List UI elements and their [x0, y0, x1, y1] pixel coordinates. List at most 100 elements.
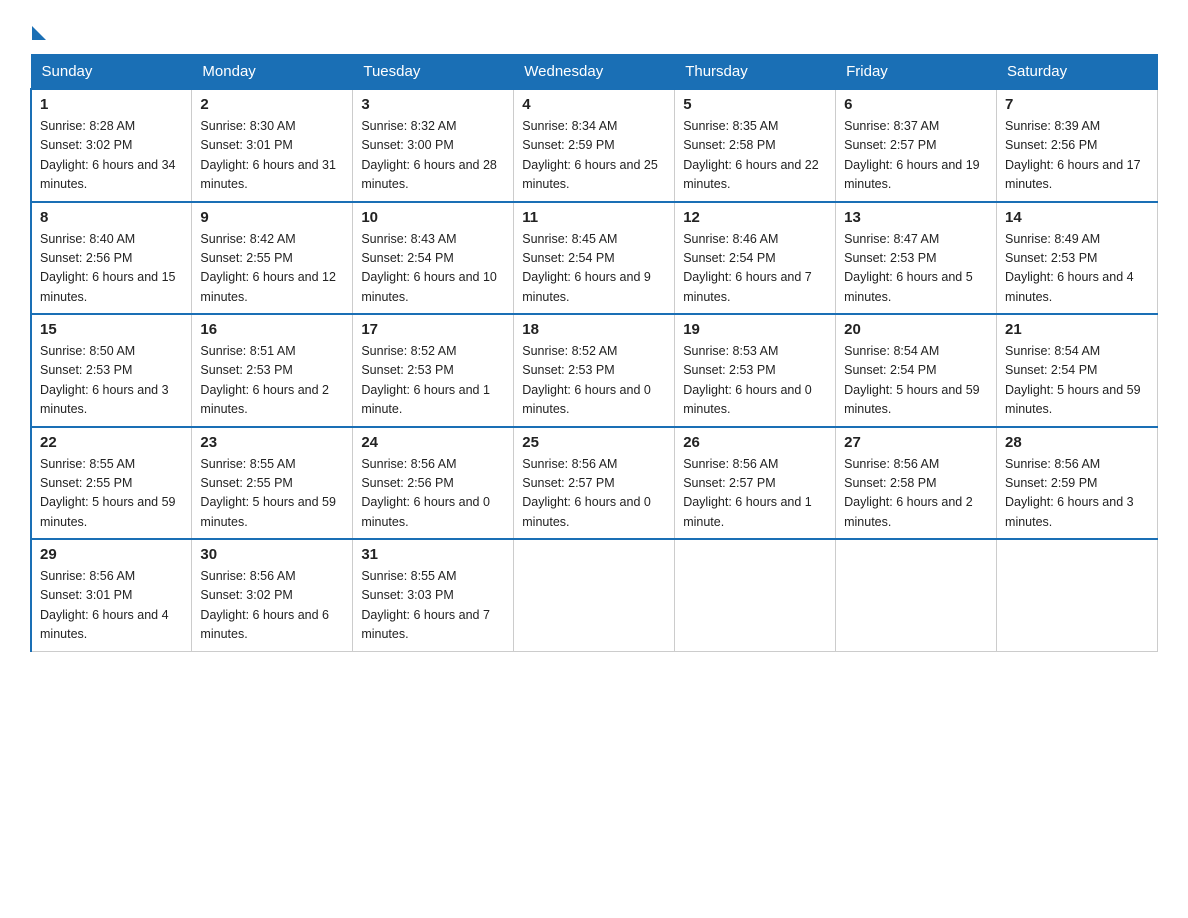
day-number: 7 — [1005, 96, 1149, 113]
header-thursday: Thursday — [675, 55, 836, 90]
calendar-cell: 15 Sunrise: 8:50 AMSunset: 2:53 PMDayligh… — [31, 314, 192, 427]
day-info: Sunrise: 8:42 AMSunset: 2:55 PMDaylight:… — [200, 232, 336, 304]
calendar-cell: 26Sunrise: 8:56 AMSunset: 2:57 PMDayligh… — [675, 427, 836, 540]
week-row-5: 29Sunrise: 8:56 AMSunset: 3:01 PMDayligh… — [31, 539, 1158, 651]
header-saturday: Saturday — [997, 55, 1158, 90]
calendar-cell: 20 Sunrise: 8:54 AMSunset: 2:54 PMDayligh… — [836, 314, 997, 427]
day-number: 10 — [361, 209, 505, 226]
logo-triangle-icon — [32, 26, 46, 40]
calendar-cell: 4 Sunrise: 8:34 AMSunset: 2:59 PMDaylight… — [514, 89, 675, 202]
day-number: 14 — [1005, 209, 1149, 226]
calendar-cell: 25 Sunrise: 8:56 AMSunset: 2:57 PMDayligh… — [514, 427, 675, 540]
day-info: Sunrise: 8:49 AMSunset: 2:53 PMDaylight:… — [1005, 232, 1134, 304]
day-number: 11 — [522, 209, 666, 226]
day-number: 8 — [40, 209, 183, 226]
day-number: 23 — [200, 434, 344, 451]
day-info: Sunrise: 8:55 AMSunset: 2:55 PMDaylight:… — [200, 457, 336, 529]
header-tuesday: Tuesday — [353, 55, 514, 90]
calendar-cell: 23 Sunrise: 8:55 AMSunset: 2:55 PMDayligh… — [192, 427, 353, 540]
day-info: Sunrise: 8:50 AMSunset: 2:53 PMDaylight:… — [40, 344, 169, 416]
calendar-cell: 1 Sunrise: 8:28 AMSunset: 3:02 PMDaylight… — [31, 89, 192, 202]
day-number: 2 — [200, 96, 344, 113]
calendar-cell — [997, 539, 1158, 651]
day-number: 3 — [361, 96, 505, 113]
calendar-cell: 12 Sunrise: 8:46 AMSunset: 2:54 PMDayligh… — [675, 202, 836, 315]
day-number: 6 — [844, 96, 988, 113]
day-info: Sunrise: 8:52 AMSunset: 2:53 PMDaylight:… — [361, 344, 490, 416]
day-info: Sunrise: 8:40 AMSunset: 2:56 PMDaylight:… — [40, 232, 176, 304]
calendar-cell — [836, 539, 997, 651]
day-info: Sunrise: 8:43 AMSunset: 2:54 PMDaylight:… — [361, 232, 497, 304]
calendar-table: SundayMondayTuesdayWednesdayThursdayFrid… — [30, 54, 1158, 652]
calendar-cell: 2 Sunrise: 8:30 AMSunset: 3:01 PMDaylight… — [192, 89, 353, 202]
day-number: 24 — [361, 434, 505, 451]
day-number: 19 — [683, 321, 827, 338]
day-number: 28 — [1005, 434, 1149, 451]
calendar-cell: 28 Sunrise: 8:56 AMSunset: 2:59 PMDayligh… — [997, 427, 1158, 540]
calendar-cell: 16 Sunrise: 8:51 AMSunset: 2:53 PMDayligh… — [192, 314, 353, 427]
calendar-cell — [675, 539, 836, 651]
header-sunday: Sunday — [31, 55, 192, 90]
day-info: Sunrise: 8:56 AMSunset: 2:59 PMDaylight:… — [1005, 457, 1134, 529]
calendar-cell: 7 Sunrise: 8:39 AMSunset: 2:56 PMDaylight… — [997, 89, 1158, 202]
day-info: Sunrise: 8:55 AMSunset: 2:55 PMDaylight:… — [40, 457, 176, 529]
calendar-cell: 9 Sunrise: 8:42 AMSunset: 2:55 PMDaylight… — [192, 202, 353, 315]
day-info: Sunrise: 8:30 AMSunset: 3:01 PMDaylight:… — [200, 119, 336, 191]
day-number: 5 — [683, 96, 827, 113]
day-number: 25 — [522, 434, 666, 451]
day-info: Sunrise: 8:56 AMSunset: 3:01 PMDaylight:… — [40, 569, 169, 641]
calendar-cell: 3Sunrise: 8:32 AMSunset: 3:00 PMDaylight… — [353, 89, 514, 202]
day-number: 18 — [522, 321, 666, 338]
calendar-cell: 10 Sunrise: 8:43 AMSunset: 2:54 PMDayligh… — [353, 202, 514, 315]
day-number: 15 — [40, 321, 183, 338]
day-info: Sunrise: 8:51 AMSunset: 2:53 PMDaylight:… — [200, 344, 329, 416]
week-row-3: 15 Sunrise: 8:50 AMSunset: 2:53 PMDayligh… — [31, 314, 1158, 427]
day-info: Sunrise: 8:56 AMSunset: 2:57 PMDaylight:… — [522, 457, 651, 529]
calendar-cell: 5Sunrise: 8:35 AMSunset: 2:58 PMDaylight… — [675, 89, 836, 202]
day-number: 4 — [522, 96, 666, 113]
week-row-2: 8 Sunrise: 8:40 AMSunset: 2:56 PMDaylight… — [31, 202, 1158, 315]
calendar-cell — [514, 539, 675, 651]
day-number: 17 — [361, 321, 505, 338]
calendar-cell: 21Sunrise: 8:54 AMSunset: 2:54 PMDayligh… — [997, 314, 1158, 427]
calendar-cell: 11 Sunrise: 8:45 AMSunset: 2:54 PMDayligh… — [514, 202, 675, 315]
calendar-cell: 6 Sunrise: 8:37 AMSunset: 2:57 PMDaylight… — [836, 89, 997, 202]
day-number: 30 — [200, 546, 344, 563]
day-info: Sunrise: 8:53 AMSunset: 2:53 PMDaylight:… — [683, 344, 812, 416]
day-info: Sunrise: 8:46 AMSunset: 2:54 PMDaylight:… — [683, 232, 812, 304]
day-info: Sunrise: 8:54 AMSunset: 2:54 PMDaylight:… — [844, 344, 980, 416]
calendar-cell: 31 Sunrise: 8:55 AMSunset: 3:03 PMDayligh… — [353, 539, 514, 651]
day-info: Sunrise: 8:55 AMSunset: 3:03 PMDaylight:… — [361, 569, 490, 641]
day-info: Sunrise: 8:39 AMSunset: 2:56 PMDaylight:… — [1005, 119, 1141, 191]
calendar-cell: 17 Sunrise: 8:52 AMSunset: 2:53 PMDayligh… — [353, 314, 514, 427]
calendar-cell: 30Sunrise: 8:56 AMSunset: 3:02 PMDayligh… — [192, 539, 353, 651]
logo — [30, 20, 46, 38]
day-info: Sunrise: 8:56 AMSunset: 2:56 PMDaylight:… — [361, 457, 490, 529]
header-monday: Monday — [192, 55, 353, 90]
day-number: 31 — [361, 546, 505, 563]
day-info: Sunrise: 8:28 AMSunset: 3:02 PMDaylight:… — [40, 119, 176, 191]
day-number: 16 — [200, 321, 344, 338]
day-info: Sunrise: 8:47 AMSunset: 2:53 PMDaylight:… — [844, 232, 973, 304]
day-info: Sunrise: 8:34 AMSunset: 2:59 PMDaylight:… — [522, 119, 658, 191]
week-row-4: 22Sunrise: 8:55 AMSunset: 2:55 PMDayligh… — [31, 427, 1158, 540]
calendar-cell: 19 Sunrise: 8:53 AMSunset: 2:53 PMDayligh… — [675, 314, 836, 427]
day-number: 12 — [683, 209, 827, 226]
calendar-cell: 29Sunrise: 8:56 AMSunset: 3:01 PMDayligh… — [31, 539, 192, 651]
day-info: Sunrise: 8:45 AMSunset: 2:54 PMDaylight:… — [522, 232, 651, 304]
calendar-cell: 18 Sunrise: 8:52 AMSunset: 2:53 PMDayligh… — [514, 314, 675, 427]
day-number: 20 — [844, 321, 988, 338]
day-number: 1 — [40, 96, 183, 113]
day-info: Sunrise: 8:56 AMSunset: 2:57 PMDaylight:… — [683, 457, 812, 529]
header-wednesday: Wednesday — [514, 55, 675, 90]
day-info: Sunrise: 8:56 AMSunset: 2:58 PMDaylight:… — [844, 457, 973, 529]
week-row-1: 1 Sunrise: 8:28 AMSunset: 3:02 PMDaylight… — [31, 89, 1158, 202]
calendar-cell: 14 Sunrise: 8:49 AMSunset: 2:53 PMDayligh… — [997, 202, 1158, 315]
calendar-cell: 22Sunrise: 8:55 AMSunset: 2:55 PMDayligh… — [31, 427, 192, 540]
day-number: 13 — [844, 209, 988, 226]
day-info: Sunrise: 8:37 AMSunset: 2:57 PMDaylight:… — [844, 119, 980, 191]
day-number: 9 — [200, 209, 344, 226]
calendar-cell: 27Sunrise: 8:56 AMSunset: 2:58 PMDayligh… — [836, 427, 997, 540]
page-header — [30, 20, 1158, 38]
day-info: Sunrise: 8:52 AMSunset: 2:53 PMDaylight:… — [522, 344, 651, 416]
